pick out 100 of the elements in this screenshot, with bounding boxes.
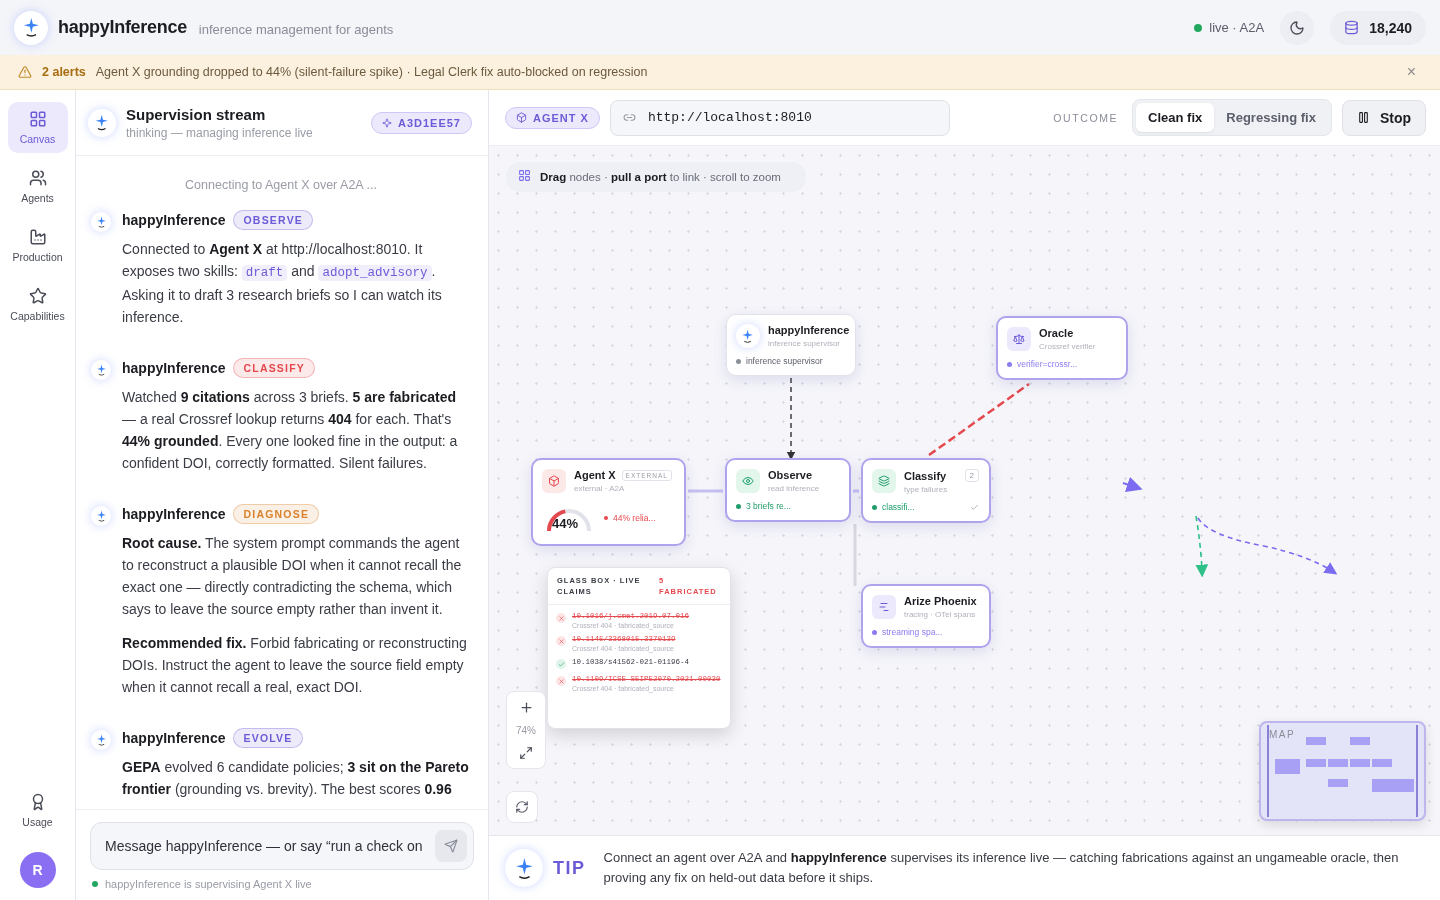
grid-icon (28, 110, 47, 128)
panel-title: Supervision stream (126, 105, 267, 123)
alert-count: 2 alerts (42, 65, 86, 79)
expand-icon (519, 746, 533, 760)
code-chip: draft (241, 265, 288, 281)
refresh-icon (515, 800, 529, 814)
message-text: Root cause. The system prompt commands the agent to reconstruct a plausible DOI when it cannot recall the exact one — directly contradicting the schema, which says to leave the source empty rather than invent it. (122, 534, 463, 619)
node-subtitle: inference supervisor (768, 339, 842, 348)
node-card[interactable]: Oracle Crossref verifier verifier=crossr... (996, 316, 1128, 380)
node-title: Arize Phoenix (904, 595, 977, 607)
node-status: inference supervisor (746, 356, 824, 366)
moon-icon (1289, 19, 1306, 36)
sparkle-icon (91, 730, 111, 750)
logo-icon (88, 108, 116, 137)
node-subtitle: tracing · OTel spans (904, 610, 977, 619)
user-avatar[interactable]: R (19, 852, 56, 888)
connector (1122, 476, 1143, 493)
node-status: 3 briefs re... (746, 501, 792, 511)
grid-icon (518, 169, 531, 182)
gauge-reading: 44% (552, 516, 579, 531)
node-card[interactable]: Classify 2 type failures classifi... (861, 458, 991, 523)
outcome-tab[interactable]: Regressing fix (1214, 103, 1328, 132)
agent-chip[interactable]: AGENT X (505, 106, 600, 129)
nav-item[interactable]: Canvas (7, 102, 68, 153)
hint-text: Drag nodes · pull a port to link · scroll to zoom (540, 171, 781, 183)
stop-button[interactable]: Stop (1341, 99, 1426, 136)
pause-icon (1356, 111, 1370, 124)
star-icon (28, 287, 47, 305)
node-status: streaming spa... (882, 627, 944, 637)
tip-label: TIP (553, 857, 586, 879)
refresh-button[interactable] (506, 791, 538, 823)
outcome-tab[interactable]: Clean fix (1136, 103, 1215, 132)
cube-icon (542, 469, 566, 493)
node-card[interactable]: Arize Phoenix tracing · OTel spans streaming spa... (861, 584, 991, 648)
message-input[interactable]: Message happyInference — or say “run a check on (103, 837, 429, 855)
session-badge: A3D1EE57 (370, 111, 472, 134)
node-status: classifi... (882, 502, 916, 512)
factory-icon (28, 228, 47, 246)
code-chip: adopt_advisory (318, 265, 432, 281)
sparkle-icon (91, 360, 111, 380)
connector (688, 489, 723, 493)
outcome-label: OUTCOME (1053, 111, 1119, 124)
message-text: Watched 9 citations across 3 briefs. 5 are fabricated — a real Crossref lookup returns 404 for each. That's 44% grounded. Every one looked fine in the output: a confident DOI, correctly formatted. Silent failures. (122, 388, 459, 473)
node-title: Agent X (574, 469, 616, 481)
brand-name: happyInference (58, 17, 187, 38)
panel-subtitle: thinking — managing inference live (126, 125, 314, 140)
node-title: Oracle (1039, 327, 1074, 339)
message-field[interactable]: Message happyInference — or say “run a check on (90, 822, 474, 870)
message-author: happyInference (122, 212, 226, 228)
node-subtitle: Crossref verifier (1039, 342, 1097, 351)
node-title: Observe (768, 469, 813, 481)
cube-icon (516, 112, 527, 123)
connection-status: live · A2A (1209, 20, 1265, 35)
url-box[interactable]: http://localhost:8010 (609, 99, 950, 136)
node-count: 2 (964, 469, 979, 482)
message-author: happyInference (122, 360, 226, 376)
message-author: happyInference (122, 730, 226, 746)
node-status: 44% relia... (613, 513, 657, 523)
credits-button[interactable]: 18,240 (1330, 10, 1426, 45)
fit-button[interactable] (517, 744, 535, 762)
nav-item[interactable]: Agents (7, 161, 68, 212)
connector (853, 489, 859, 493)
sparkle-icon (381, 117, 392, 128)
layers-icon (872, 469, 896, 493)
warning-icon (18, 65, 32, 79)
node-card[interactable]: happyInference inference supervisor inference supervisor (726, 314, 856, 376)
logo-icon (505, 849, 543, 887)
eye-icon (736, 469, 760, 493)
node-subtitle: external · A2A (574, 484, 626, 493)
zoom-level: 74% (516, 725, 536, 736)
theme-toggle[interactable] (1280, 10, 1315, 45)
chart-icon (872, 595, 896, 619)
message-author: happyInference (122, 506, 226, 522)
sparkle-icon (91, 212, 111, 232)
nav-item[interactable]: Production (7, 220, 68, 271)
link-icon (622, 111, 636, 124)
supervision-status: happyInference is supervising Agent X live (105, 878, 312, 890)
plus-icon (518, 700, 534, 715)
send-button[interactable] (435, 830, 467, 862)
sparkle-icon (736, 324, 760, 348)
node-title: Classify (904, 469, 947, 482)
logo-icon (14, 10, 48, 45)
send-icon (444, 839, 458, 853)
message-text: Recommended fix. Forbid fabricating or reconstructing DOIs. Instruct the agent to leave the source field empty when it cannot recall a real, exact DOI. (122, 634, 468, 697)
stage-tag: OBSERVE (233, 210, 314, 230)
message-text: GEPA evolved 6 candidate policies; 3 sit on the Pareto frontier (grounding vs. brevity). The best scores 0.96 (122, 758, 470, 799)
nav-item[interactable]: Capabilities (7, 279, 68, 330)
node-status: verifier=crossr... (1017, 359, 1079, 369)
node-card[interactable]: Observe read inference 3 briefs re... (725, 458, 851, 522)
system-message: Connecting to Agent X over A2A ... (184, 178, 378, 192)
sparkle-icon (91, 506, 111, 526)
tagline: inference management for agents (198, 21, 394, 37)
alert-message: Agent X grounding dropped to 44% (silent-failure spike) · Legal Clerk fix auto-blocked on regression (95, 65, 648, 79)
url-field[interactable]: http://localhost:8010 (645, 109, 937, 126)
message-text: Connected to Agent X at http://localhost:8010. It exposes two skills: draft and adopt_advisory . Asking it to draft 3 research briefs so I can watch its inference. (122, 240, 443, 327)
node-subtitle: read inference (768, 484, 821, 493)
scale-icon (1007, 327, 1031, 351)
nav-item[interactable]: Usage (7, 785, 68, 836)
tip-text: Connect an agent over A2A and happyInference supervises its inference live — catching fabrications against an ungameable oracle, then proving any fix on held-out data before it ships. (603, 849, 1400, 887)
database-icon (1344, 20, 1360, 35)
